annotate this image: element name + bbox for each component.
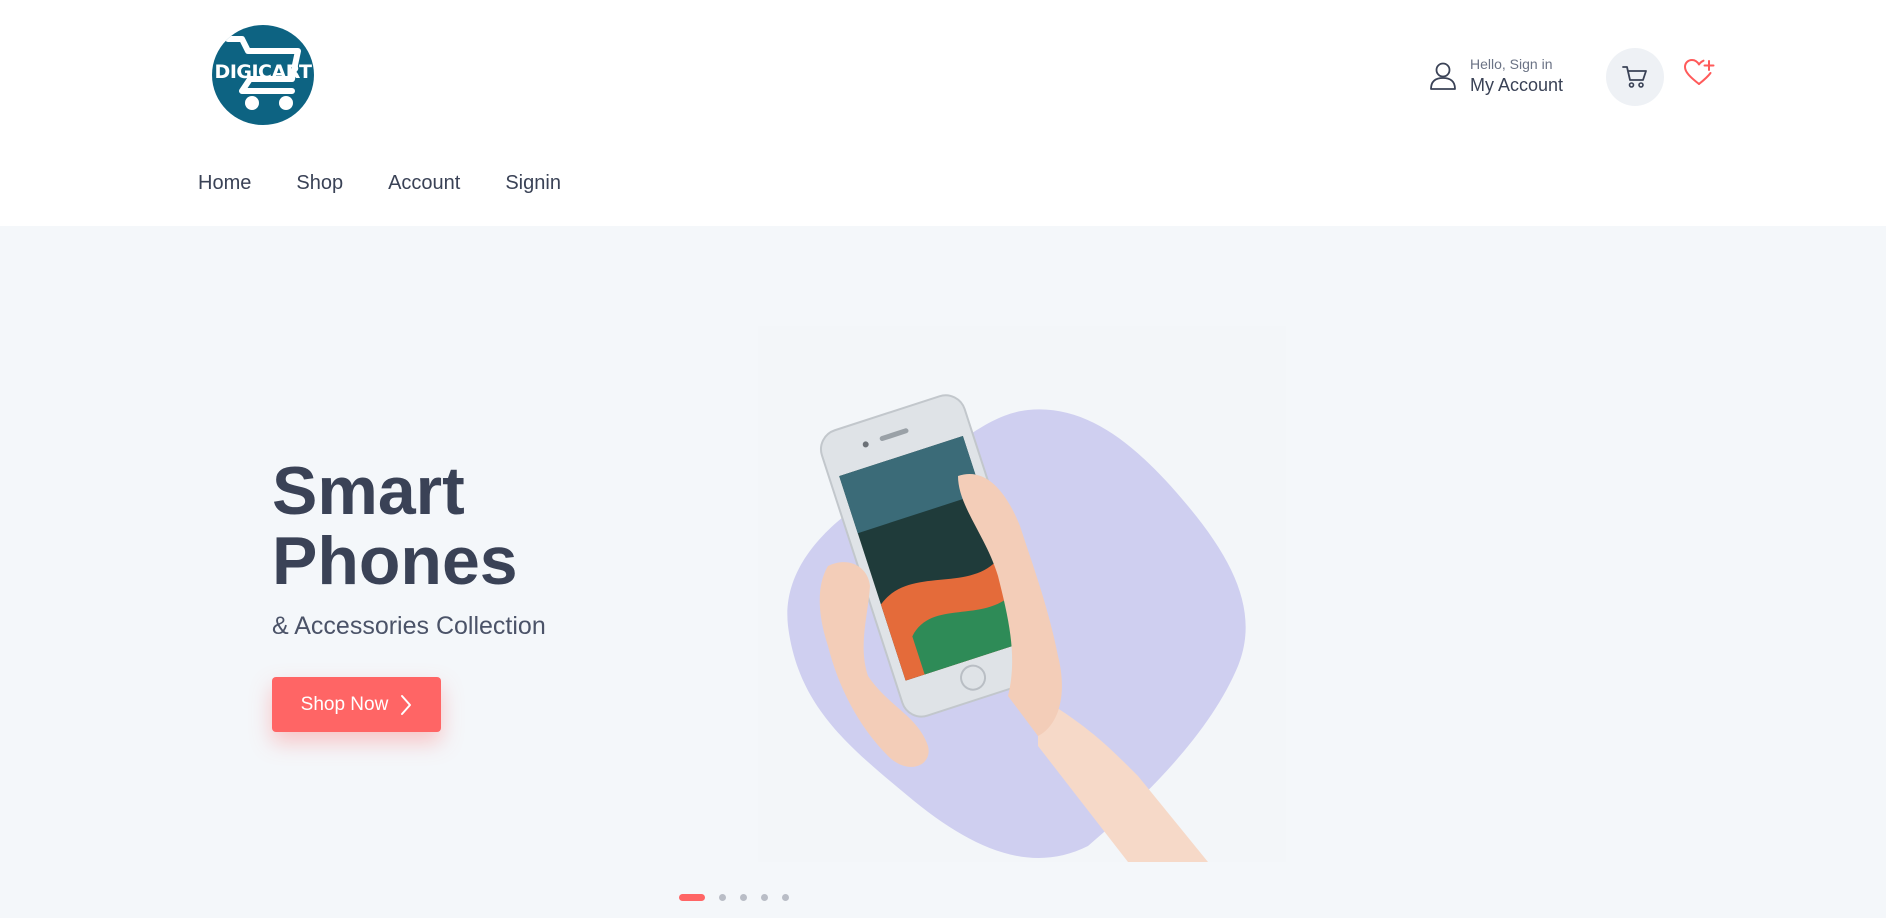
shop-now-button[interactable]: Shop Now [272,677,441,732]
hero-subtitle: & Accessories Collection [272,612,546,640]
chevron-right-icon [401,694,412,715]
heart-plus-icon [1684,59,1715,85]
digicart-logo[interactable]: DIGICART [212,25,314,125]
carousel-dot[interactable] [679,894,705,901]
wishlist-button[interactable] [1682,56,1716,90]
account-text: Hello, Sign in My Account [1470,55,1563,97]
account-greeting: Hello, Sign in [1470,56,1553,72]
site-header: DIGICART Hello, Sign in My Account Home … [0,0,1886,226]
carousel-dot[interactable] [782,894,789,901]
nav-item-account[interactable]: Account [388,168,460,198]
logo-text: DIGICART [214,61,312,83]
nav-item-shop[interactable]: Shop [296,168,343,198]
carousel-dot[interactable] [761,894,768,901]
hero-title-line2: Phones [272,523,518,599]
carousel-dot[interactable] [740,894,747,901]
nav-item-signin[interactable]: Signin [505,168,561,198]
cart-button[interactable] [1606,48,1664,106]
phone-in-hand-illustration [787,394,1246,862]
hero-image [758,326,1286,862]
nav-item-home[interactable]: Home [198,168,251,198]
cart-icon [1622,66,1647,88]
user-icon [1430,62,1456,90]
carousel-dot[interactable] [719,894,726,901]
shop-now-label: Shop Now [300,693,389,715]
hero-title-line1: Smart [272,453,465,529]
my-account-link[interactable]: Hello, Sign in My Account [1426,52,1563,100]
carousel-dots [679,894,803,901]
main-nav: Home Shop Account Signin [198,168,606,198]
account-label: My Account [1470,75,1564,95]
hero-title: Smart Phones [272,456,672,596]
hero-slider: Smart Phones & Accessories Collection Sh… [0,226,1886,918]
